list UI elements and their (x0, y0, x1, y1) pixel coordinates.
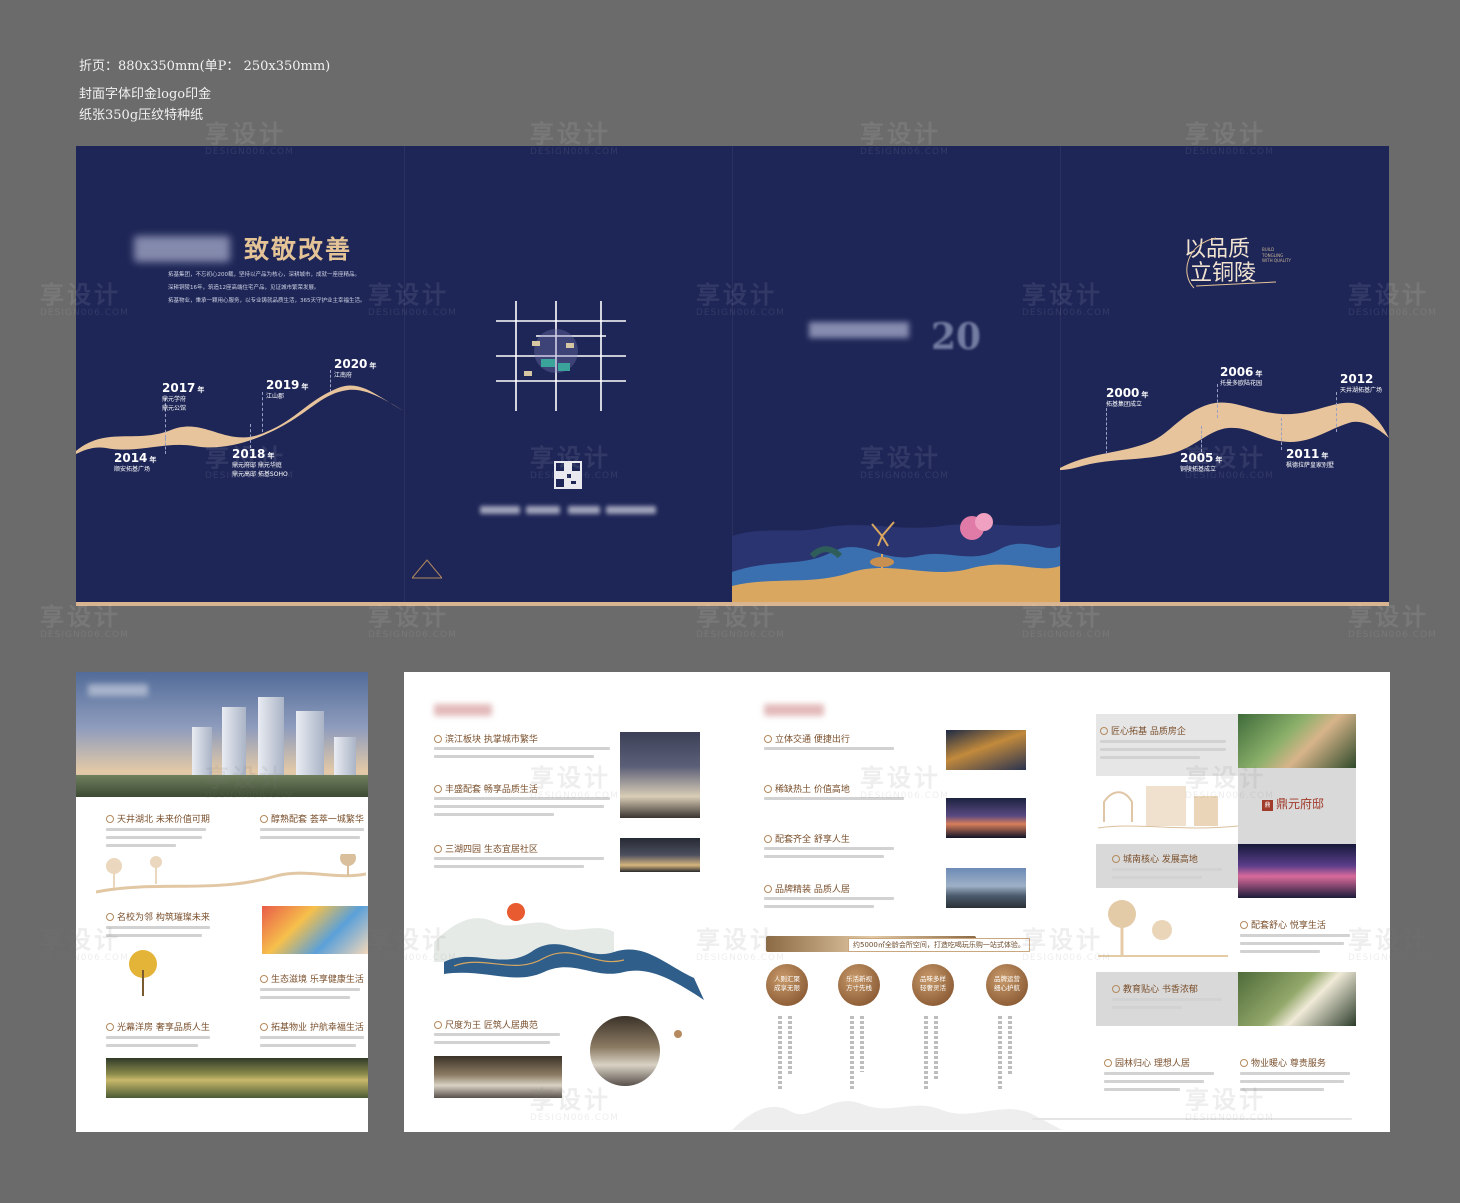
contact-blurred (526, 506, 560, 514)
spec-paper: 纸张350g压纹特种纸 (79, 108, 204, 123)
cover-spread: 致敬改善 拓基集团，不忘初心200载，坚持以产品为核心，深耕城市，成就一座座精品… (76, 146, 1389, 606)
timeline-2012: 2012 天井湖拓基广场 (1340, 372, 1383, 395)
intro-line: 深耕铜陵16年，筑造12座高端住宅产品，见证城市繁荣发展。 (168, 285, 320, 291)
section-heading: 名校为邻 构筑璀璨未来 (106, 910, 210, 923)
intro-line: 拓基物业，秉承一颗用心服务，以专业铸就品质生活，365天守护业主幸福生活。 (168, 298, 366, 304)
inner-page-1: 天井湖北 未来价值可期 醇熟配套 荟萃一城繁华 名校为邻 构筑璀璨未来 生态滋境… (76, 672, 368, 1132)
ink-landscape-illustration (434, 903, 704, 1000)
section-heading: 光幕洋房 奢享品质人生 (106, 1020, 210, 1033)
lake-photo (106, 1058, 368, 1098)
timeline-stem (262, 392, 263, 432)
section-heading: 丰盛配套 畅享品质生活 (434, 782, 538, 795)
section-heading: 配套齐全 舒享人生 (764, 832, 850, 845)
back-cover-title: 致敬改善 (244, 235, 353, 264)
mountain-mark (412, 559, 442, 579)
landscape-illustration (732, 513, 1060, 602)
section-heading: 滨江板块 执掌城市繁华 (434, 732, 538, 745)
inner-page-3: 立体交通 便捷出行 稀缺热土 价值高地 配套齐全 舒享人生 品牌精装 品质人居 … (732, 672, 1390, 1132)
timeline-stem (1106, 408, 1107, 454)
intro-line: 拓基集团，不忘初心200载，坚持以产品为核心，深耕城市，成就一座座精品。 (168, 272, 361, 278)
tree-gate-illustration (1098, 900, 1228, 957)
section-heading: 拓基物业 护航幸福生活 (260, 1020, 364, 1033)
section-heading: 稀缺热土 价值高地 (764, 782, 850, 795)
timeline-stem (1281, 418, 1282, 450)
sea-view-photo (434, 1056, 562, 1098)
contact-blurred (480, 506, 520, 514)
timeline-stem (330, 370, 331, 392)
timeline-stem (1336, 392, 1337, 432)
spec-print: 封面字体印金logo印金 (79, 87, 212, 102)
city-lights-photo (1238, 844, 1356, 898)
contact-blurred (568, 506, 600, 514)
timeline-2006: 2006 年托曼多欧陆花园 (1220, 365, 1263, 388)
watermark: 享设计DESIGN006.COM (1022, 603, 1111, 640)
students-reading-photo (1238, 972, 1356, 1026)
section-heading: 生态滋境 乐享健康生活 (260, 972, 364, 985)
timeline-stem (1201, 426, 1202, 452)
watermark: 享设计DESIGN006.COM (1348, 603, 1437, 640)
timeline-2020: 2020 年江南府 (334, 357, 377, 380)
section-heading: 醇熟配套 荟萃一城繁华 (260, 812, 364, 825)
section-heading: 配套舒心 悦享生活 (1240, 918, 1326, 931)
skyline-photo (946, 868, 1026, 908)
timeline-2018: 2018 年鼎元府邸 鼎元华庭 鼎元高邸 拓基SOHO (232, 447, 288, 478)
project-logo: 鼎鼎元府邸 (1262, 795, 1324, 812)
qr-code (554, 461, 582, 489)
timeline-2019: 2019 年江山郡 (266, 378, 309, 401)
timeline-stem (1217, 384, 1218, 418)
feature-circle: 品味多样 轻奢灵活 (912, 964, 954, 1006)
spec-size: 折页：880x350mm(单P： 250x350mm) (79, 59, 331, 74)
project-logo-blurred (809, 322, 909, 338)
section-heading: 城南核心 发展高地 (1112, 852, 1198, 865)
traffic-photo (946, 730, 1026, 770)
golden-tree-illustration (129, 950, 157, 996)
section-heading: 尺度为王 匠筑人居典范 (434, 1018, 538, 1031)
entrance-photo (620, 838, 700, 872)
feature-circle: 乐活新视 方寸先栈 (838, 964, 880, 1006)
tree-landscape-illustration (96, 854, 366, 894)
interior-photo (590, 1016, 660, 1086)
location-map (496, 301, 626, 411)
fold-line (1060, 146, 1061, 606)
timeline-stem (250, 424, 251, 448)
brand-logo-blurred (134, 236, 230, 262)
timeline-stem (165, 438, 166, 454)
watermark: 享设计DESIGN006.COM (368, 603, 457, 640)
gate-illustration (1098, 786, 1238, 829)
section-heading: 三湖四园 生态宜居社区 (434, 842, 538, 855)
section-heading: 立体交通 便捷出行 (764, 732, 850, 745)
watermark: 享设计DESIGN006.COM (40, 603, 129, 640)
section-heading: 物业暖心 尊贵服务 (1240, 1056, 1326, 1069)
timeline-2005: 2005 年铜陵拓基成立 (1180, 451, 1223, 474)
slogan-english: BUILD TONGLING WITH QUALITY (1262, 247, 1291, 264)
timeline-2014: 2014 年顺安拓基广场 (114, 451, 157, 474)
contact-blurred (606, 506, 656, 514)
ink-mountain-illustration (732, 1101, 1062, 1130)
timeline-2017: 2017 年鼎元学府 鼎元公馆 (162, 381, 205, 412)
clubhouse-text: 约5000㎡全龄会所空间，打造吃喝玩乐购一站式体验。 (848, 938, 1030, 952)
feature-circle: 人则汇聚 成享无限 (766, 964, 808, 1006)
students-photo (262, 906, 368, 954)
timeline-2000: 2000 年拓基集团成立 (1106, 386, 1149, 409)
facade-photo (620, 732, 700, 818)
section-heading: 教育贴心 书香浓郁 (1112, 982, 1198, 995)
city-night-photo (946, 798, 1026, 838)
card-bg (1096, 844, 1238, 888)
inner-page-2: 滨江板块 执掌城市繁华 丰盛配套 畅享品质生活 三湖四园 生态宜居社区 尺度为王… (404, 672, 732, 1132)
gold-dot (674, 1030, 682, 1038)
section-heading: 品牌精装 品质人居 (764, 882, 850, 895)
section-logo-blurred (764, 704, 824, 716)
anniversary-logo: 20 (931, 316, 982, 358)
watermark: 享设计DESIGN006.COM (696, 603, 785, 640)
timeline-2011: 2011 年枫德拉萨皇家别墅 (1286, 447, 1335, 470)
section-logo-blurred (434, 704, 492, 716)
footnote-line (1032, 1118, 1352, 1120)
section-heading: 天井湖北 未来价值可期 (106, 812, 210, 825)
section-heading: 园林归心 理想人居 (1104, 1056, 1190, 1069)
resort-photo (1238, 714, 1356, 768)
gold-footer-strip (76, 602, 1389, 606)
section-heading: 匠心拓基 品质房企 (1100, 724, 1186, 737)
feature-circle: 品牌运营 细心护航 (986, 964, 1028, 1006)
brand-logo-blurred (88, 684, 148, 696)
